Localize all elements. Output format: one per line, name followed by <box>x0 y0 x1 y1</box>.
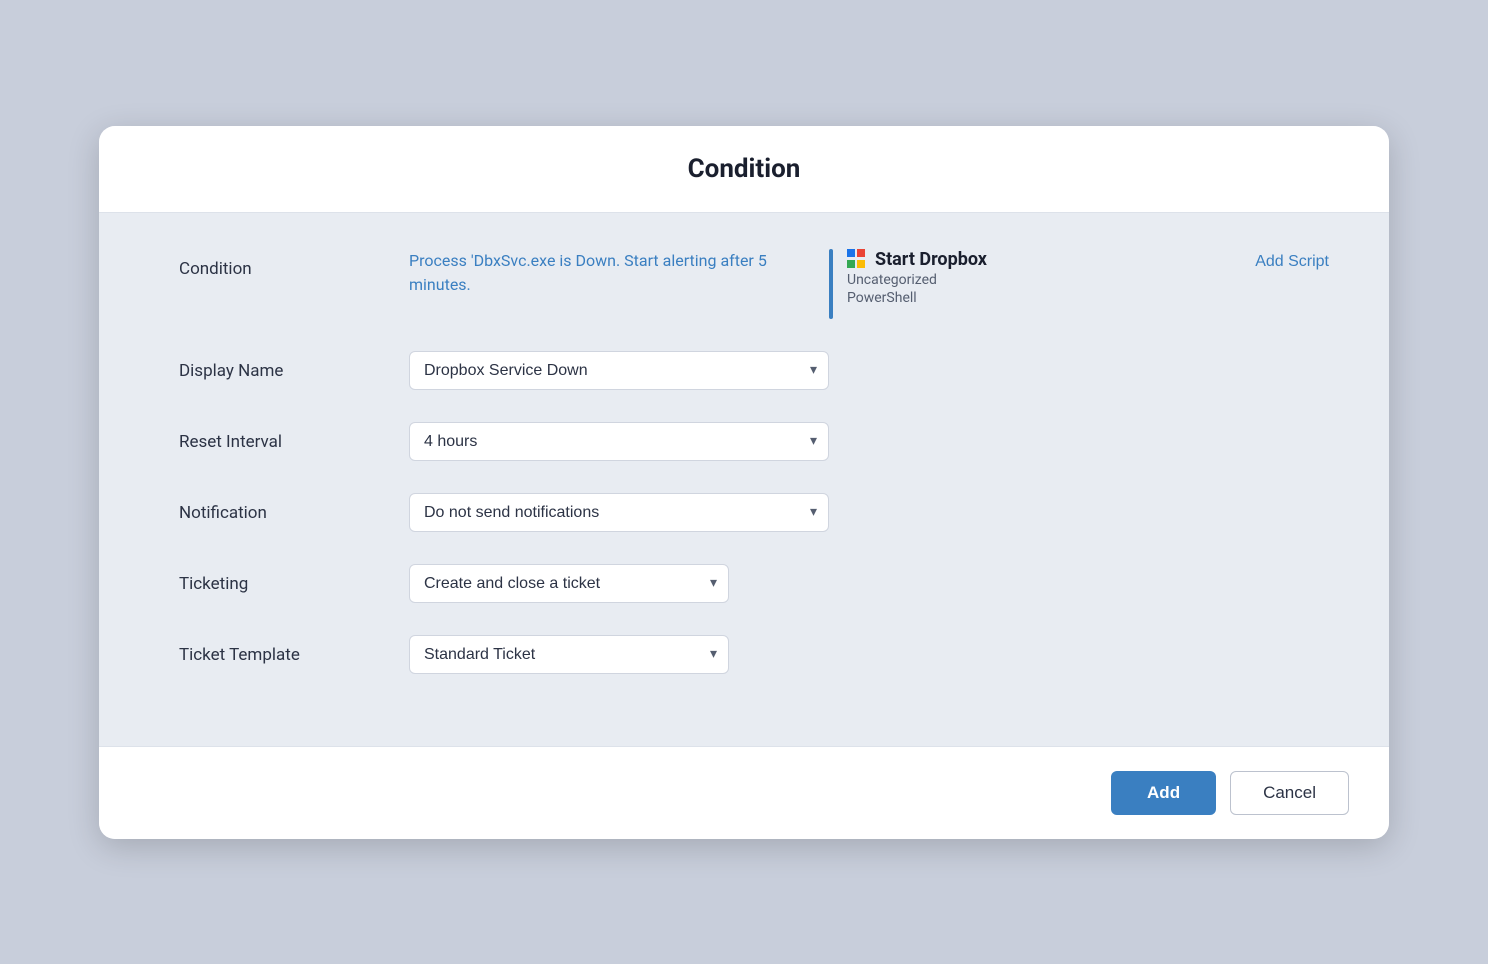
modal-title: Condition <box>139 154 1349 184</box>
condition-text: Process 'DbxSvc.exe is Down. Start alert… <box>409 249 789 297</box>
add-button[interactable]: Add <box>1111 771 1216 815</box>
reset-interval-select[interactable]: 1 hour 2 hours 4 hours 8 hours 24 hours <box>409 422 829 461</box>
display-name-control: Dropbox Service Down Custom Name ▾ <box>409 351 1329 390</box>
ticketing-select-wrapper: Create and close a ticket Create ticket … <box>409 564 729 603</box>
reset-interval-label: Reset Interval <box>179 422 409 452</box>
notification-label: Notification <box>179 493 409 523</box>
ticket-template-select-wrapper: Standard Ticket High Priority Low Priori… <box>409 635 729 674</box>
notification-control: Do not send notifications Send email Sen… <box>409 493 1329 532</box>
script-details: Start Dropbox Uncategorized PowerShell <box>847 249 987 306</box>
ticketing-control: Create and close a ticket Create ticket … <box>409 564 1329 603</box>
reset-interval-select-wrapper: 1 hour 2 hours 4 hours 8 hours 24 hours … <box>409 422 829 461</box>
ticket-template-label: Ticket Template <box>179 635 409 665</box>
condition-row: Condition Process 'DbxSvc.exe is Down. S… <box>179 249 1329 319</box>
script-info: Start Dropbox Uncategorized PowerShell <box>829 249 987 319</box>
windows-icon <box>847 249 867 269</box>
ticket-template-row: Ticket Template Standard Ticket High Pri… <box>179 635 1329 674</box>
reset-interval-control: 1 hour 2 hours 4 hours 8 hours 24 hours … <box>409 422 1329 461</box>
ticket-template-select[interactable]: Standard Ticket High Priority Low Priori… <box>409 635 729 674</box>
display-name-label: Display Name <box>179 351 409 381</box>
display-name-row: Display Name Dropbox Service Down Custom… <box>179 351 1329 390</box>
script-category: Uncategorized <box>847 272 987 288</box>
notification-select-wrapper: Do not send notifications Send email Sen… <box>409 493 829 532</box>
add-script-button[interactable]: Add Script <box>1255 249 1329 275</box>
display-name-select[interactable]: Dropbox Service Down Custom Name <box>409 351 829 390</box>
modal-footer: Add Cancel <box>99 746 1389 839</box>
script-bar-decoration <box>829 249 833 319</box>
reset-interval-row: Reset Interval 1 hour 2 hours 4 hours 8 … <box>179 422 1329 461</box>
ticket-template-control: Standard Ticket High Priority Low Priori… <box>409 635 1329 674</box>
modal-body: Condition Process 'DbxSvc.exe is Down. S… <box>99 213 1389 746</box>
script-type: PowerShell <box>847 290 987 306</box>
display-name-select-wrapper: Dropbox Service Down Custom Name ▾ <box>409 351 829 390</box>
notification-select[interactable]: Do not send notifications Send email Sen… <box>409 493 829 532</box>
condition-control-area: Process 'DbxSvc.exe is Down. Start alert… <box>409 249 1329 319</box>
condition-label: Condition <box>179 249 409 279</box>
cancel-button[interactable]: Cancel <box>1230 771 1349 815</box>
notification-row: Notification Do not send notifications S… <box>179 493 1329 532</box>
ticketing-select[interactable]: Create and close a ticket Create ticket … <box>409 564 729 603</box>
script-name: Start Dropbox <box>847 249 987 270</box>
ticketing-row: Ticketing Create and close a ticket Crea… <box>179 564 1329 603</box>
ticketing-label: Ticketing <box>179 564 409 594</box>
modal-header: Condition <box>99 126 1389 213</box>
modal-container: Condition Condition Process 'DbxSvc.exe … <box>99 126 1389 839</box>
